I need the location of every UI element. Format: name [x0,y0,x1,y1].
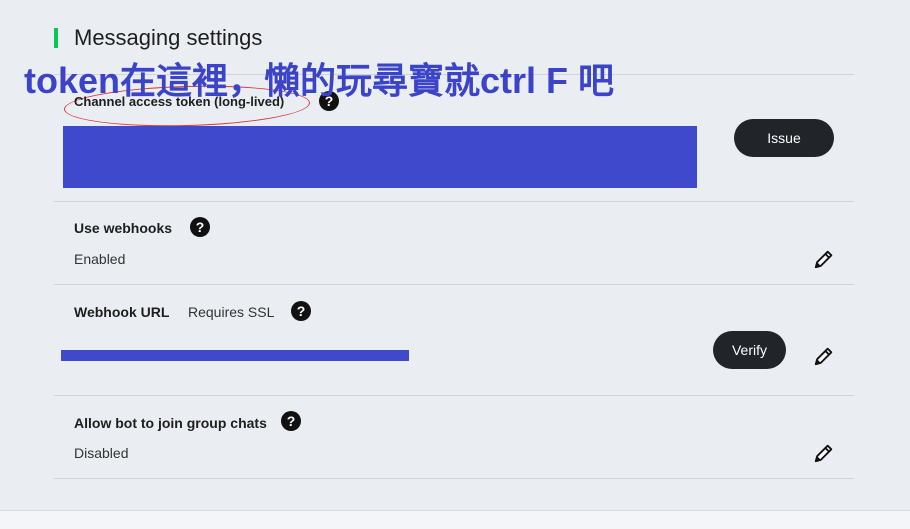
divider [54,284,854,285]
issue-button[interactable]: Issue [734,119,834,157]
pencil-icon[interactable] [813,442,835,464]
verify-button[interactable]: Verify [713,331,786,369]
section-accent-bar [54,28,58,48]
pencil-icon[interactable] [813,248,835,270]
webhook-url-label: Webhook URL [74,304,170,320]
divider [54,201,854,202]
use-webhooks-value: Enabled [74,251,126,267]
pencil-icon[interactable] [813,345,835,367]
question-circle-icon[interactable]: ? [281,411,301,431]
group-chats-value: Disabled [74,445,129,461]
use-webhooks-label: Use webhooks [74,220,173,236]
question-circle-icon[interactable]: ? [190,217,210,237]
question-circle-icon[interactable]: ? [291,301,311,321]
requires-ssl-label: Requires SSL [188,304,275,320]
divider [54,395,854,396]
redacted-webhook-url [61,350,409,361]
group-chats-label: Allow bot to join group chats [74,415,267,431]
annotation-text: token在這裡，懶的玩尋寶就ctrl F 吧 [24,60,615,101]
footer-band [0,510,910,529]
divider [54,478,854,479]
section-title: Messaging settings [74,25,263,50]
redacted-token [63,126,697,188]
